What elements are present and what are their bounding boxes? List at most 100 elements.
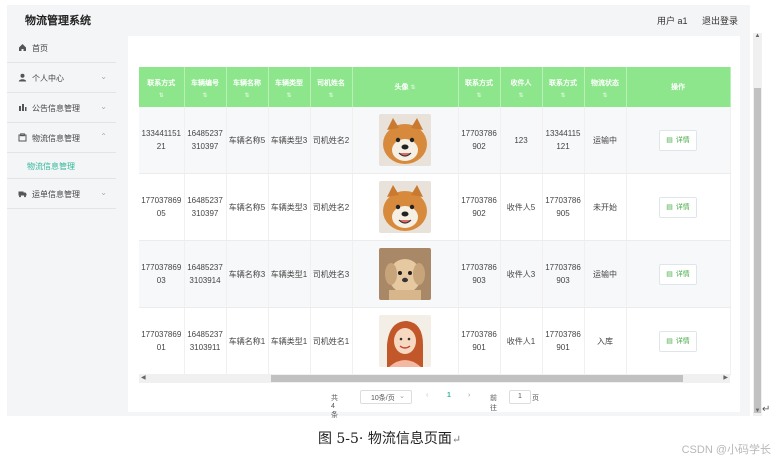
sidebar-item-label: 运单信息管理 (32, 190, 80, 199)
user-label[interactable]: 用户 a1 (657, 16, 688, 26)
table-cell: 13344115121 (139, 107, 185, 174)
prev-page-button[interactable]: ‹ (426, 392, 428, 399)
sort-icon[interactable]: ⇅ (269, 92, 310, 99)
sidebar-subitem-label: 物流信息管理 (27, 162, 75, 171)
truck-icon (18, 189, 27, 198)
table-cell: 入库 (584, 307, 627, 375)
column-header[interactable]: 司机姓名 ⇅ (310, 67, 353, 107)
table-cell: 未开始 (584, 173, 627, 241)
sort-icon[interactable]: ⇅ (410, 85, 415, 91)
table-row: 17703786903 164852373103914 车辆名称3 车辆类型1 司机姓名… (139, 240, 731, 308)
scrollbar-thumb[interactable] (754, 88, 761, 413)
page-number-current[interactable]: 1 (447, 392, 451, 399)
app-title: 物流管理系统 (25, 15, 91, 27)
table-cell: 17703786901 (458, 307, 501, 375)
scroll-up-icon[interactable]: ▲ (753, 33, 762, 39)
table-cell: 13344115121 (542, 107, 585, 174)
sort-icon[interactable]: ⇅ (139, 92, 184, 99)
goto-label: 前往 (490, 395, 497, 412)
detail-button[interactable]: ▤ 详情 (659, 129, 697, 151)
sidebar-item-label: 物流信息管理 (32, 134, 80, 143)
table-cell: 收件人3 (500, 240, 543, 308)
avatar-cell (352, 240, 459, 308)
logout-button[interactable]: 退出登录 (702, 16, 738, 26)
figure-caption: 图 5-5· 物流信息页面↵ (0, 428, 779, 448)
chevron-down-icon: ⌄ (399, 393, 405, 400)
table-cell: 123 (500, 107, 543, 174)
sidebar: 首页 个人中心 ⌄ 公告信息管理 ⌄ 物流信息管理 ⌃ 物流信息管理 运单信息管… (7, 33, 117, 416)
table-cell: 17703786903 (458, 240, 501, 308)
column-header[interactable]: 联系方式 ⇅ (139, 67, 185, 107)
avatar (379, 181, 431, 233)
caption-text: 图 5-5· 物流信息页面 (317, 431, 452, 447)
home-icon (18, 43, 27, 52)
column-header[interactable]: 物流状态 ⇅ (584, 67, 627, 107)
detail-button[interactable]: ▤ 详情 (659, 196, 697, 218)
table-cell: 17703786901 (139, 307, 185, 375)
page-size-select[interactable]: 10条/页 ⌄ (360, 390, 412, 404)
top-bar: 物流管理系统 用户 a1 退出登录 (7, 5, 750, 33)
horizontal-scrollbar[interactable]: ◀ ▶ (139, 374, 730, 383)
sort-icon[interactable]: ⇅ (185, 92, 226, 99)
sort-icon[interactable]: ⇅ (227, 92, 268, 99)
next-page-button[interactable]: › (468, 392, 470, 399)
sidebar-item-label: 公告信息管理 (32, 104, 80, 113)
sidebar-item-waybill[interactable]: 运单信息管理 ⌄ (7, 179, 116, 209)
column-header[interactable]: 车辆类型 ⇅ (268, 67, 311, 107)
detail-button[interactable]: ▤ 详情 (659, 263, 697, 285)
box-icon (18, 133, 27, 142)
sort-icon[interactable]: ⇅ (459, 92, 500, 99)
sort-icon[interactable]: ⇅ (543, 92, 584, 99)
scroll-left-icon[interactable]: ◀ (141, 374, 146, 381)
table-cell: 17703786903 (542, 240, 585, 308)
avatar (379, 114, 431, 166)
chevron-up-icon: ⌃ (100, 132, 107, 141)
table-cell: 17703786905 (139, 173, 185, 241)
sidebar-item-logistics[interactable]: 物流信息管理 ⌃ (7, 123, 116, 153)
column-header[interactable]: 头像 ⇅ (352, 67, 459, 107)
action-cell: ▤ 详情 (626, 240, 731, 308)
column-header[interactable]: 联系方式 ⇅ (458, 67, 501, 107)
avatar (379, 248, 431, 300)
column-header[interactable]: 收件人 ⇅ (500, 67, 543, 107)
table-row: 17703786901 164852373103911 车辆名称1 车辆类型1 司机姓名… (139, 307, 731, 375)
detail-button-label: 详情 (675, 337, 690, 345)
sidebar-item-notice[interactable]: 公告信息管理 ⌄ (7, 93, 116, 123)
column-header[interactable]: 车辆编号 ⇅ (184, 67, 227, 107)
avatar-cell (352, 107, 459, 174)
sort-icon[interactable]: ⇅ (311, 92, 352, 99)
table-cell: 收件人5 (500, 173, 543, 241)
sidebar-item-label: 首页 (32, 44, 48, 53)
sort-icon[interactable]: ⇅ (585, 92, 626, 99)
sidebar-item-label: 个人中心 (32, 74, 64, 83)
chart-icon (18, 103, 27, 112)
table-cell: 17703786903 (139, 240, 185, 308)
goto-page-input[interactable]: 1 (509, 390, 531, 404)
detail-button-label: 详情 (675, 203, 690, 211)
detail-button[interactable]: ▤ 详情 (659, 330, 697, 352)
action-cell: ▤ 详情 (626, 173, 731, 241)
table-cell: 17703786901 (542, 307, 585, 375)
sidebar-item-personal-center[interactable]: 个人中心 ⌄ (7, 63, 116, 93)
scroll-right-icon[interactable]: ▶ (723, 374, 728, 381)
goto-unit: 页 (532, 395, 539, 402)
table-cell: 16485237310397 (184, 173, 227, 241)
action-cell: ▤ 详情 (626, 107, 731, 174)
sidebar-item-home[interactable]: 首页 (7, 33, 116, 63)
sort-icon[interactable]: ⇅ (501, 92, 542, 99)
pagination-total: 共 4 条 (331, 395, 338, 419)
table-cell: 车辆类型3 (268, 107, 311, 174)
vertical-scrollbar[interactable]: ▲ ▼ (753, 33, 762, 416)
table-cell: 17703786902 (458, 173, 501, 241)
table-cell: 16485237310397 (184, 107, 227, 174)
scrollbar-thumb[interactable] (271, 375, 683, 382)
table-cell: 司机姓名1 (310, 307, 353, 375)
scroll-down-icon[interactable]: ▼ (753, 408, 762, 414)
table-cell: 车辆类型1 (268, 240, 311, 308)
column-header[interactable]: 联系方式 ⇅ (542, 67, 585, 107)
table-row: 17703786905 16485237310397 车辆名称5 车辆类型3 司机姓名2… (139, 173, 731, 241)
paragraph-return-mark: ↵ (762, 404, 771, 415)
column-header[interactable]: 车辆名称 ⇅ (226, 67, 269, 107)
sidebar-subitem-logistics-info[interactable]: 物流信息管理 (7, 153, 116, 179)
avatar-cell (352, 173, 459, 241)
